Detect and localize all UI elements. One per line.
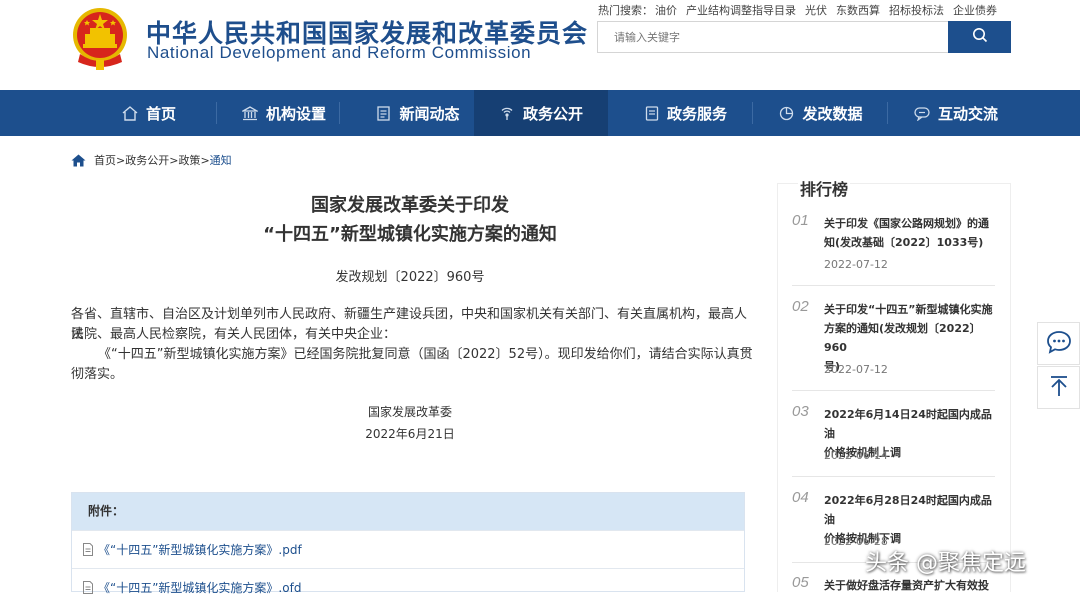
watermark: 头条 @聚焦定远	[865, 551, 1026, 576]
search-input[interactable]	[598, 22, 948, 52]
hot-search-link[interactable]: 油价	[655, 4, 677, 17]
building-icon	[241, 105, 258, 121]
attachments-panel: 附件： 《“十四五”新型城镇化实施方案》.pdf 《“十四五”新型城镇化实施方案…	[71, 492, 745, 595]
ranking-text-line: 2022年6月14日24时起国内成品油	[824, 408, 992, 440]
hot-search-link[interactable]: 光伏	[805, 4, 827, 17]
attachment-link-pdf[interactable]: 《“十四五”新型城镇化实施方案》.pdf	[72, 530, 744, 568]
nav-item-news[interactable]: 新闻动态	[351, 90, 485, 136]
nav-label: 新闻动态	[399, 104, 460, 123]
nav-item-home[interactable]: 首页	[82, 90, 216, 136]
ranking-item[interactable]: 01 关于印发《国家公路网规划》的通 知(发改基础〔2022〕1033号) 20…	[792, 212, 995, 302]
ranking-text: 关于做好盘活存量资产扩大有效投	[824, 576, 996, 595]
nav-label: 互动交流	[937, 104, 998, 123]
article-signer: 国家发展改革委	[367, 405, 452, 419]
breadcrumb-home[interactable]: 首页	[94, 152, 116, 168]
search-button[interactable]	[948, 21, 1011, 53]
ranking-number: 03	[792, 403, 809, 420]
ranking-panel: 排行榜 01 关于印发《国家公路网规划》的通 知(发改基础〔2022〕1033号…	[777, 176, 1011, 595]
hot-search-label: 热门搜索：	[598, 4, 653, 17]
national-emblem-logo[interactable]	[70, 6, 130, 70]
nav-label: 政务公开	[522, 104, 583, 123]
ranking-divider	[792, 390, 995, 391]
article-para1-line2: 法院、最高人民检察院，有关人民团体，有关中央企业：	[71, 327, 397, 342]
attachment-name: 《“十四五”新型城镇化实施方案》.pdf	[98, 543, 302, 557]
nav-item-org[interactable]: 机构设置	[217, 90, 351, 136]
ranking-number: 01	[792, 212, 809, 229]
hot-search-bar: 热门搜索： 油价 产业结构调整指导目录 光伏 东数西算 招标投标法 企业债券	[598, 2, 1006, 18]
breadcrumb-policy[interactable]: 政策	[178, 152, 200, 168]
article-para2-line1: 《“十四五”新型城镇化实施方案》已经国务院批复同意（国函〔2022〕52号）。现…	[98, 347, 753, 362]
ranking-text-line: 关于印发《国家公路网规划》的通	[824, 217, 989, 230]
ranking-text: 关于印发《国家公路网规划》的通 知(发改基础〔2022〕1033号)	[824, 214, 996, 252]
site-header: 中华人民共和国国家发展和改革委员会 National Development a…	[0, 0, 1080, 90]
ranking-text-line: 关于做好盘活存量资产扩大有效投	[824, 579, 989, 592]
hot-search-link[interactable]: 产业结构调整指导目录	[686, 4, 796, 17]
ranking-item[interactable]: 03 2022年6月14日24时起国内成品油 价格按机制上调 2022-06-1…	[792, 403, 995, 483]
article-para2-line2: 彻落实。	[71, 367, 124, 382]
attachments-label: 附件：	[72, 493, 744, 530]
breadcrumb-separator: >	[116, 153, 126, 167]
nav-label: 机构设置	[265, 104, 326, 123]
back-to-top-icon	[1048, 374, 1070, 402]
nav-item-data[interactable]: 发改数据	[754, 90, 888, 136]
article-date: 2022年6月21日	[365, 427, 455, 441]
nav-divider	[887, 102, 888, 124]
hot-search-link[interactable]: 东数西算	[836, 4, 880, 17]
home-icon	[122, 105, 138, 121]
breadcrumb-separator: >	[169, 153, 179, 167]
breadcrumb-current: 通知	[209, 154, 232, 167]
hot-search-link[interactable]: 企业债券	[953, 4, 997, 17]
broadcast-icon	[499, 106, 515, 121]
back-to-top-button[interactable]	[1037, 366, 1080, 409]
nav-label: 首页	[145, 104, 176, 123]
nav-label: 政务服务	[666, 104, 727, 123]
ranking-divider	[792, 476, 995, 477]
nav-divider	[339, 102, 340, 124]
chat-bubble-icon	[1046, 330, 1072, 358]
ranking-text-line: 关于印发“十四五”新型城镇化实施	[824, 303, 993, 316]
attachment-link-ofd[interactable]: 《“十四五”新型城镇化实施方案》.ofd	[72, 568, 744, 606]
main-nav: 首页 机构设置 新闻动态 政务公开 政务服务 发改数据 互动交流	[0, 90, 1080, 136]
nav-item-gov-affairs[interactable]: 政务公开	[474, 90, 608, 136]
article-title-line1: 国家发展改革委关于印发	[311, 195, 509, 216]
document-icon	[645, 105, 659, 121]
search-icon	[972, 27, 988, 47]
ranking-divider	[792, 285, 995, 286]
breadcrumb-separator: >	[200, 153, 210, 167]
breadcrumb: 首页 > 政务公开 > 政策 > 通知	[71, 152, 232, 168]
ranking-number: 02	[792, 298, 809, 315]
search-box	[597, 21, 1011, 53]
news-icon	[376, 105, 391, 121]
document-number: 发改规划〔2022〕960号	[335, 270, 485, 285]
ranking-title: 排行榜	[798, 176, 851, 200]
nav-item-services[interactable]: 政务服务	[619, 90, 753, 136]
ranking-text-line: 知(发改基础〔2022〕1033号)	[824, 236, 984, 249]
chat-icon	[914, 106, 930, 121]
ranking-number: 04	[792, 489, 809, 506]
file-icon	[82, 581, 94, 594]
ranking-item[interactable]: 02 关于印发“十四五”新型城镇化实施 方案的通知(发改规划〔2022〕960 …	[792, 298, 995, 398]
article-title-line2: “十四五”新型城镇化实施方案的通知	[263, 224, 557, 245]
site-name-en: National Development and Reform Commissi…	[147, 43, 532, 62]
ranking-date: 2022-06-14	[824, 449, 888, 462]
ranking-number: 05	[792, 574, 809, 591]
online-chat-button[interactable]	[1037, 322, 1080, 365]
pie-chart-icon	[779, 106, 794, 121]
ranking-text-line: 2022年6月28日24时起国内成品油	[824, 494, 992, 526]
ranking-text-line: 方案的通知(发改规划〔2022〕960	[824, 322, 981, 354]
attachment-name: 《“十四五”新型城镇化实施方案》.ofd	[98, 581, 302, 595]
ranking-date: 2022-07-12	[824, 363, 888, 376]
nav-divider	[752, 102, 753, 124]
nav-label: 发改数据	[802, 104, 863, 123]
hot-search-link[interactable]: 招标投标法	[889, 4, 944, 17]
nav-item-interaction[interactable]: 互动交流	[889, 90, 1023, 136]
breadcrumb-gov-affairs[interactable]: 政务公开	[125, 152, 169, 168]
file-icon	[82, 543, 94, 556]
home-icon[interactable]	[71, 154, 86, 167]
ranking-date: 2022-07-12	[824, 258, 888, 271]
